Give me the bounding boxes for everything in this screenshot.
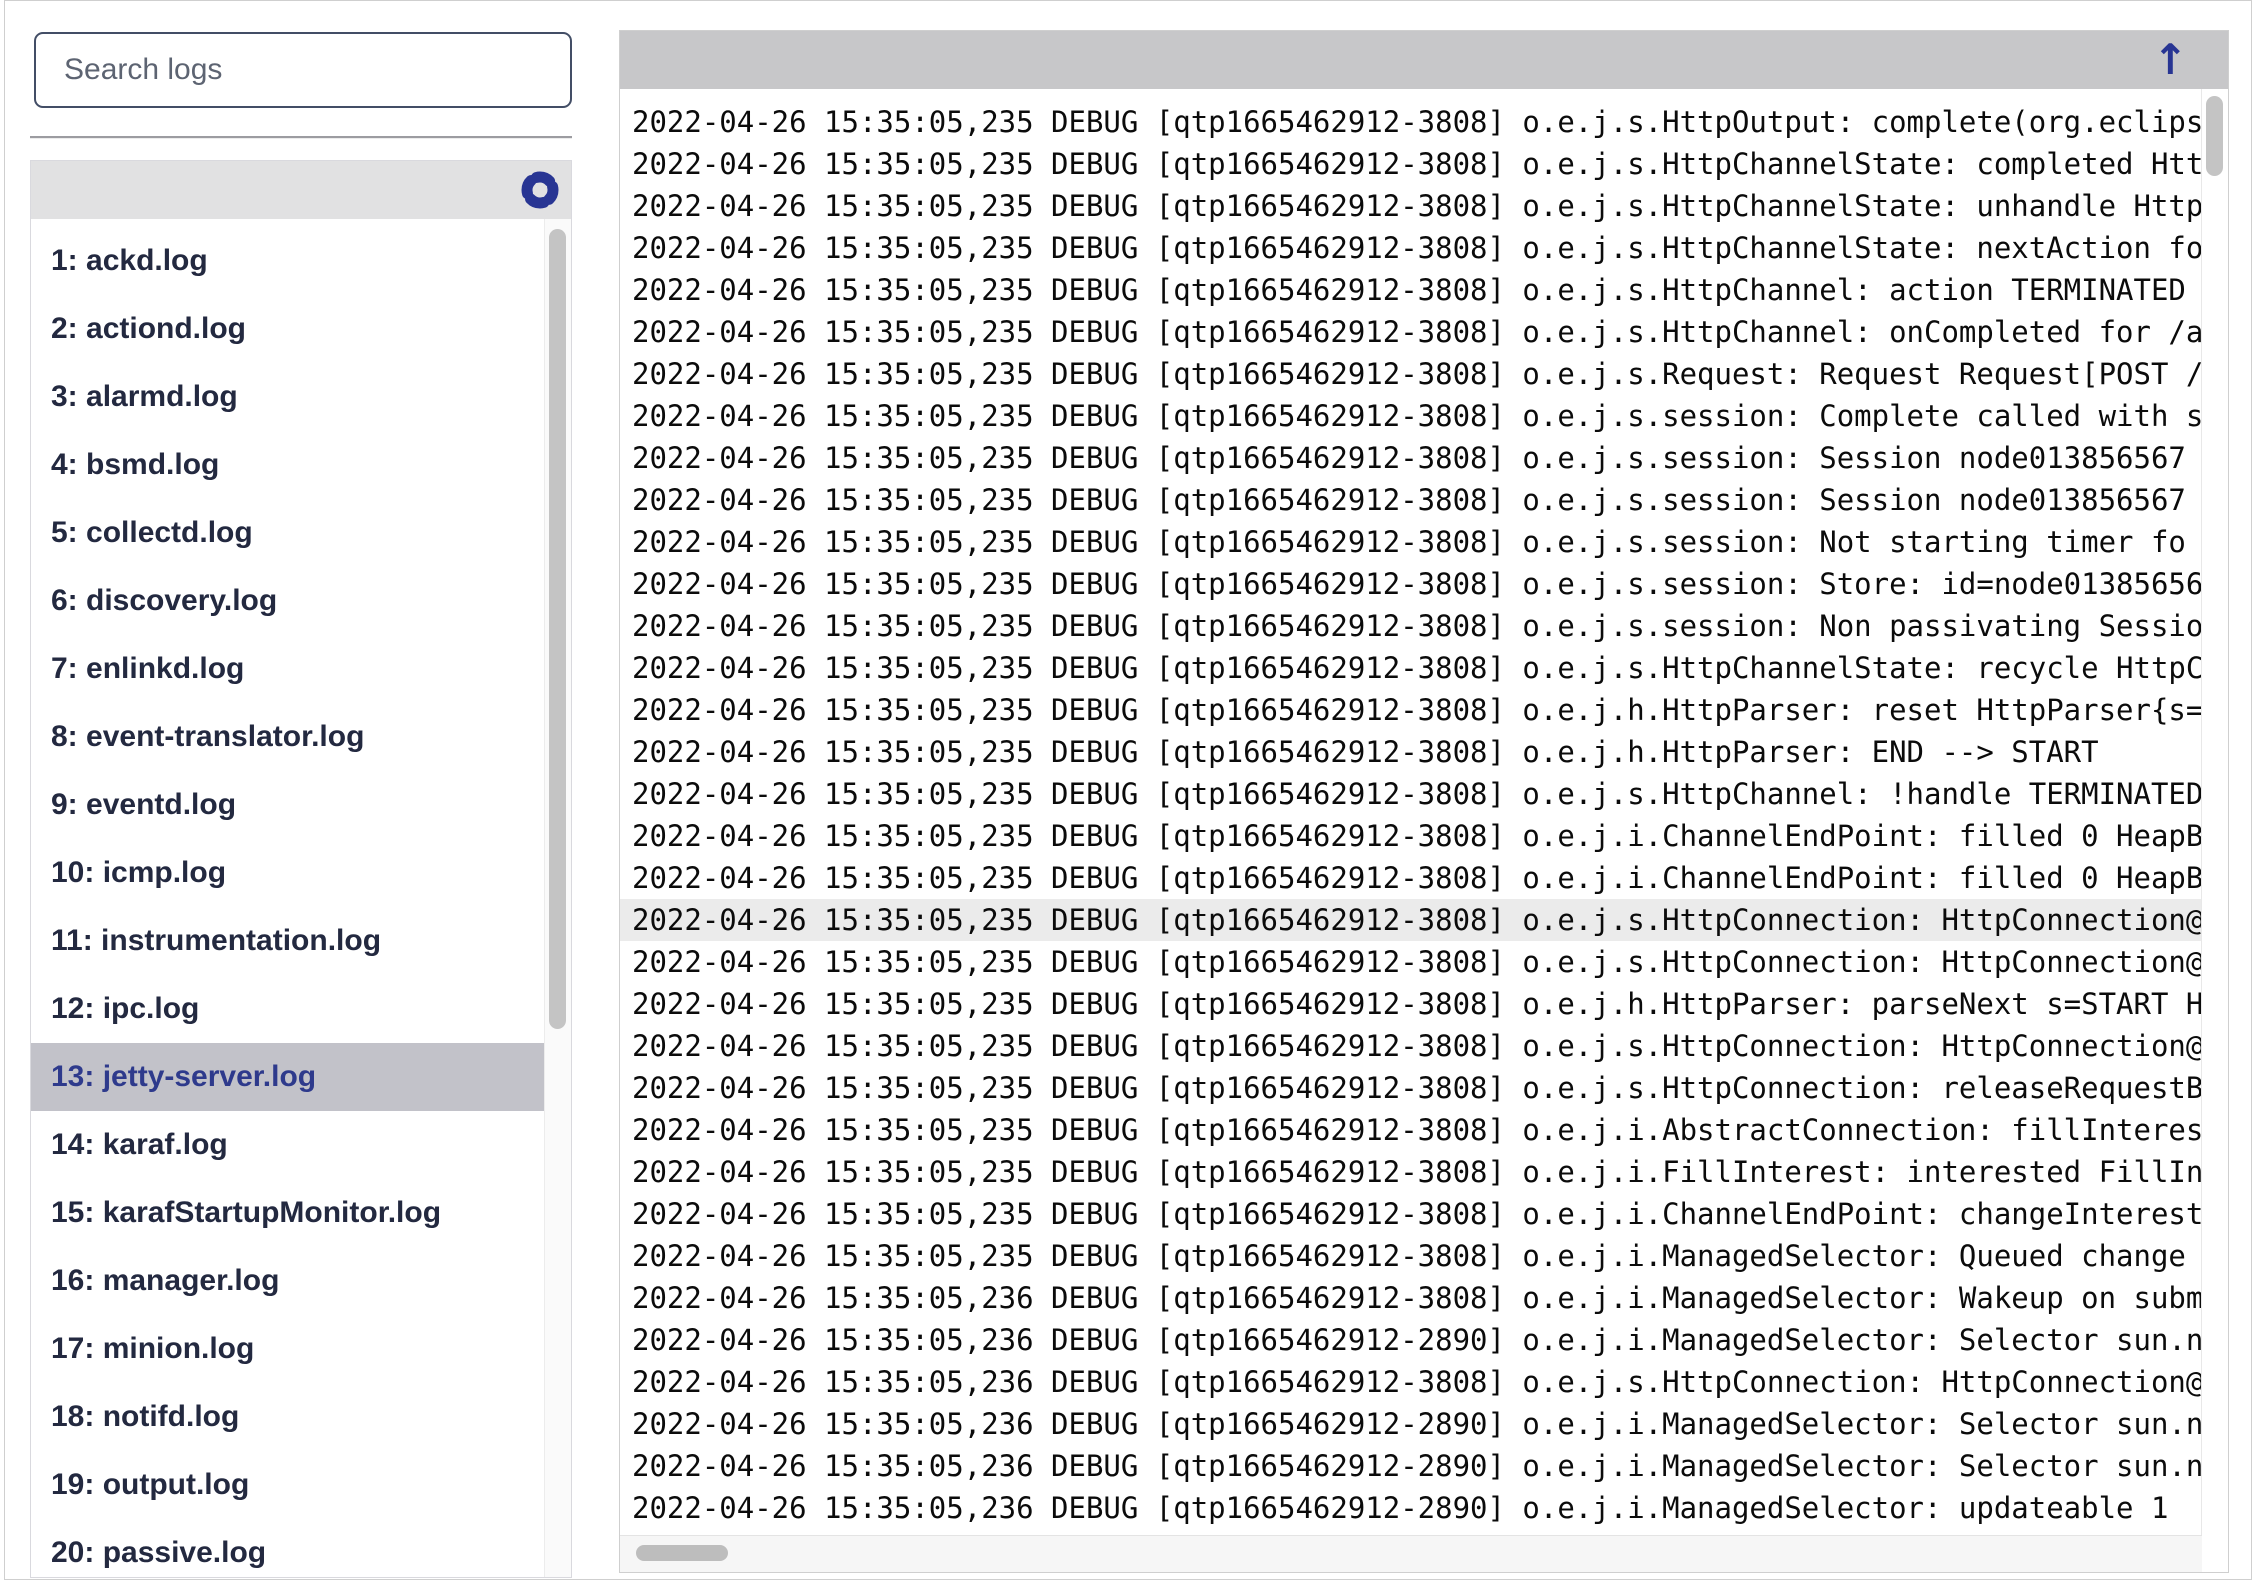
log-file-item[interactable]: 8: event-translator.log — [31, 703, 544, 771]
log-line[interactable]: 2022-04-26 15:35:05,235 DEBUG [qtp166546… — [620, 899, 2202, 941]
log-line[interactable]: 2022-04-26 15:35:05,235 DEBUG [qtp166546… — [632, 815, 2202, 857]
log-line[interactable]: 2022-04-26 15:35:05,235 DEBUG [qtp166546… — [632, 185, 2202, 227]
lifebuoy-icon[interactable] — [521, 171, 559, 209]
log-line[interactable]: 2022-04-26 15:35:05,235 DEBUG [qtp166546… — [632, 1067, 2202, 1109]
log-file-item[interactable]: 7: enlinkd.log — [31, 635, 544, 703]
log-panel-header: ↑ — [620, 31, 2228, 89]
log-vertical-scrollbar-thumb[interactable] — [2206, 96, 2223, 176]
log-content: 2022-04-26 15:35:05,235 DEBUG [qtp166546… — [620, 89, 2202, 1536]
log-line[interactable]: 2022-04-26 15:35:05,236 DEBUG [qtp166546… — [632, 1487, 2202, 1529]
log-file-item[interactable]: 3: alarmd.log — [31, 363, 544, 431]
log-file-item[interactable]: 13: jetty-server.log — [31, 1043, 544, 1111]
log-file-item[interactable]: 20: passive.log — [31, 1519, 544, 1577]
search-input[interactable] — [34, 32, 572, 108]
log-line[interactable]: 2022-04-26 15:35:05,235 DEBUG [qtp166546… — [632, 269, 2202, 311]
scroll-to-top-icon[interactable]: ↑ — [2153, 35, 2188, 85]
log-line[interactable]: 2022-04-26 15:35:05,235 DEBUG [qtp166546… — [632, 1109, 2202, 1151]
log-file-item[interactable]: 9: eventd.log — [31, 771, 544, 839]
log-line[interactable]: 2022-04-26 15:35:05,235 DEBUG [qtp166546… — [632, 395, 2202, 437]
log-line[interactable]: 2022-04-26 15:35:05,235 DEBUG [qtp166546… — [632, 227, 2202, 269]
log-file-item[interactable]: 11: instrumentation.log — [31, 907, 544, 975]
log-file-item[interactable]: 10: icmp.log — [31, 839, 544, 907]
log-horizontal-scrollbar[interactable] — [620, 1535, 2202, 1572]
log-file-item[interactable]: 2: actiond.log — [31, 295, 544, 363]
log-line[interactable]: 2022-04-26 15:35:05,235 DEBUG [qtp166546… — [632, 1235, 2202, 1277]
log-line[interactable]: 2022-04-26 15:35:05,235 DEBUG [qtp166546… — [632, 521, 2202, 563]
log-line[interactable]: 2022-04-26 15:35:05,235 DEBUG [qtp166546… — [632, 143, 2202, 185]
log-file-list-panel: 1: ackd.log2: actiond.log3: alarmd.log4:… — [30, 160, 572, 1578]
log-horizontal-scrollbar-thumb[interactable] — [636, 1545, 728, 1561]
log-panel: ↑ 2022-04-26 15:35:05,235 DEBUG [qtp1665… — [619, 30, 2229, 1573]
log-file-item[interactable]: 1: ackd.log — [31, 227, 544, 295]
log-line[interactable]: 2022-04-26 15:35:05,235 DEBUG [qtp166546… — [632, 731, 2202, 773]
log-line[interactable]: 2022-04-26 15:35:05,235 DEBUG [qtp166546… — [632, 479, 2202, 521]
log-line[interactable]: 2022-04-26 15:35:05,235 DEBUG [qtp166546… — [632, 983, 2202, 1025]
log-line[interactable]: 2022-04-26 15:35:05,236 DEBUG [qtp166546… — [632, 1403, 2202, 1445]
log-line[interactable]: 2022-04-26 15:35:05,235 DEBUG [qtp166546… — [632, 773, 2202, 815]
log-file-item[interactable]: 15: karafStartupMonitor.log — [31, 1179, 544, 1247]
file-list-scrollbar-thumb[interactable] — [549, 229, 566, 1029]
log-line[interactable]: 2022-04-26 15:35:05,235 DEBUG [qtp166546… — [632, 605, 2202, 647]
log-line[interactable]: 2022-04-26 15:35:05,236 DEBUG [qtp166546… — [632, 1445, 2202, 1487]
log-line[interactable]: 2022-04-26 15:35:05,235 DEBUG [qtp166546… — [632, 1025, 2202, 1067]
log-line[interactable]: 2022-04-26 15:35:05,236 DEBUG [qtp166546… — [632, 1319, 2202, 1361]
log-line[interactable]: 2022-04-26 15:35:05,235 DEBUG [qtp166546… — [632, 1193, 2202, 1235]
log-line[interactable]: 2022-04-26 15:35:05,235 DEBUG [qtp166546… — [632, 941, 2202, 983]
log-line[interactable]: 2022-04-26 15:35:05,235 DEBUG [qtp166546… — [632, 101, 2202, 143]
scrollbar-corner — [2202, 1536, 2228, 1572]
log-vertical-scrollbar[interactable] — [2201, 89, 2228, 1536]
log-file-item[interactable]: 17: minion.log — [31, 1315, 544, 1383]
log-file-list-header — [31, 161, 571, 219]
log-line[interactable]: 2022-04-26 15:35:05,235 DEBUG [qtp166546… — [632, 1151, 2202, 1193]
log-file-item[interactable]: 6: discovery.log — [31, 567, 544, 635]
log-line[interactable]: 2022-04-26 15:35:05,235 DEBUG [qtp166546… — [632, 563, 2202, 605]
log-file-item[interactable]: 16: manager.log — [31, 1247, 544, 1315]
log-file-item[interactable]: 14: karaf.log — [31, 1111, 544, 1179]
log-file-item[interactable]: 4: bsmd.log — [31, 431, 544, 499]
log-file-item[interactable]: 19: output.log — [31, 1451, 544, 1519]
log-line[interactable]: 2022-04-26 15:35:05,235 DEBUG [qtp166546… — [632, 437, 2202, 479]
log-line[interactable]: 2022-04-26 15:35:05,235 DEBUG [qtp166546… — [632, 353, 2202, 395]
log-line[interactable]: 2022-04-26 15:35:05,236 DEBUG [qtp166546… — [632, 1277, 2202, 1319]
log-file-list: 1: ackd.log2: actiond.log3: alarmd.log4:… — [31, 219, 544, 1577]
log-line[interactable]: 2022-04-26 15:35:05,235 DEBUG [qtp166546… — [632, 647, 2202, 689]
divider — [30, 136, 572, 139]
log-file-item[interactable]: 5: collectd.log — [31, 499, 544, 567]
log-line[interactable]: 2022-04-26 15:35:05,235 DEBUG [qtp166546… — [632, 689, 2202, 731]
file-list-scrollbar[interactable] — [544, 219, 571, 1577]
log-line[interactable]: 2022-04-26 15:35:05,236 DEBUG [qtp166546… — [632, 1361, 2202, 1403]
log-line[interactable]: 2022-04-26 15:35:05,235 DEBUG [qtp166546… — [632, 311, 2202, 353]
log-file-item[interactable]: 18: notifd.log — [31, 1383, 544, 1451]
log-line[interactable]: 2022-04-26 15:35:05,235 DEBUG [qtp166546… — [632, 857, 2202, 899]
log-file-item[interactable]: 12: ipc.log — [31, 975, 544, 1043]
